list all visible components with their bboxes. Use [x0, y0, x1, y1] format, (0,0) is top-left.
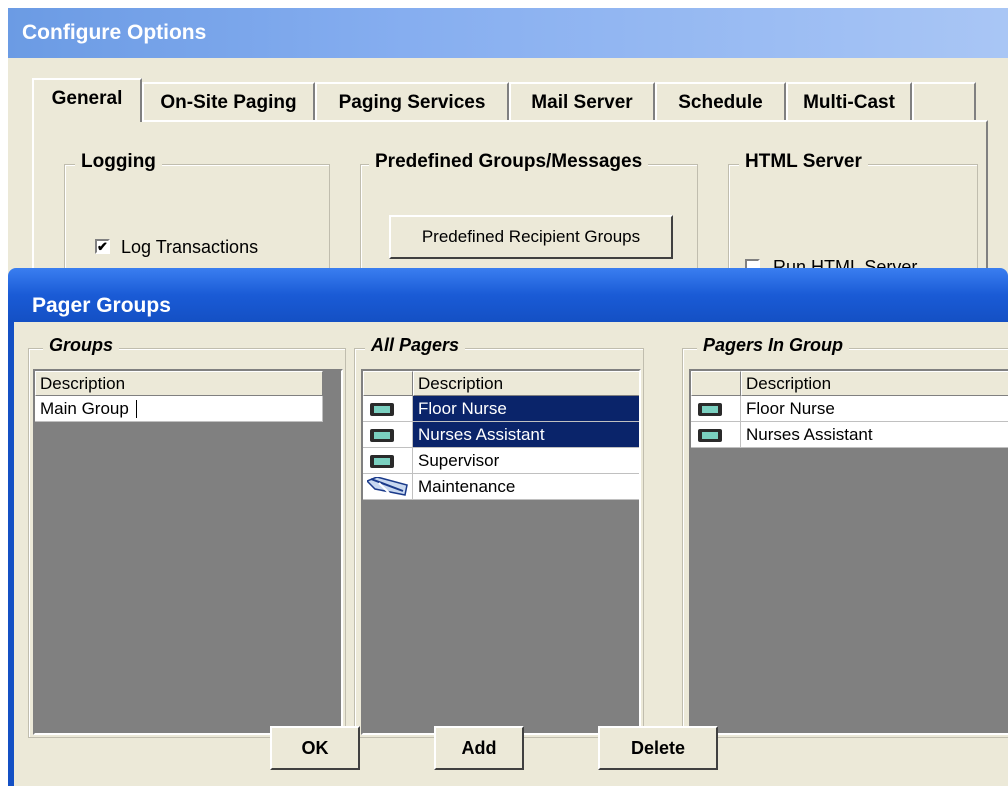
tab-blank[interactable] — [912, 82, 976, 121]
tab-schedule[interactable]: Schedule — [655, 82, 786, 121]
groups-row-main-group[interactable]: Main Group — [35, 396, 323, 422]
pagers-in-group-row-icon — [691, 422, 741, 448]
pagers-in-group-grid[interactable]: Description Floor Nurse Nurses Assistant — [689, 369, 1008, 735]
ok-button[interactable]: OK — [270, 726, 360, 770]
pager-groups-dialog: Pager Groups Groups Description Main Gro… — [8, 268, 1008, 786]
all-pagers-row-icon — [363, 396, 413, 422]
all-pagers-grid[interactable]: Description Floor Nurse Nurses Assistant… — [361, 369, 641, 735]
pager-icon — [370, 429, 394, 442]
pager-icon — [370, 403, 394, 416]
pagers-in-group-column-header[interactable]: Description — [741, 371, 1008, 396]
all-pagers-row-icon — [363, 474, 413, 500]
html-server-title: HTML Server — [739, 151, 868, 173]
pagers-in-group-row-floor-nurse[interactable]: Floor Nurse — [741, 396, 1008, 422]
all-pagers-frame: All Pagers Description Floor Nurse Nurse… — [354, 335, 644, 738]
all-pagers-column-header[interactable]: Description — [413, 371, 639, 396]
all-pagers-row-nurses-assistant[interactable]: Nurses Assistant — [413, 422, 639, 448]
predefined-groups-title: Predefined Groups/Messages — [369, 151, 649, 173]
groups-row-label: Main Group — [40, 399, 129, 418]
add-button[interactable]: Add — [434, 726, 524, 770]
pager-groups-body: Groups Description Main Group All Pagers… — [8, 322, 1008, 786]
log-transactions-checkbox[interactable]: ✔ — [95, 239, 110, 254]
groups-grid[interactable]: Description Main Group — [33, 369, 343, 735]
pagers-in-group-icon-header[interactable] — [691, 371, 741, 396]
pagers-in-group-frame: Pagers In Group Description Floor Nurse … — [682, 335, 1008, 738]
text-cursor — [136, 400, 137, 418]
pager-icon — [370, 455, 394, 468]
pagers-in-group-row-nurses-assistant[interactable]: Nurses Assistant — [741, 422, 1008, 448]
groups-title: Groups — [43, 335, 120, 356]
pagers-in-group-row-icon — [691, 396, 741, 422]
groups-column-header[interactable]: Description — [35, 371, 323, 396]
logging-group-title: Logging — [75, 151, 162, 173]
all-pagers-row-supervisor[interactable]: Supervisor — [413, 448, 639, 474]
all-pagers-row-icon — [363, 422, 413, 448]
all-pagers-row-maintenance[interactable]: Maintenance — [413, 474, 639, 500]
pager-icon — [698, 429, 722, 442]
tab-multi-cast[interactable]: Multi-Cast — [786, 82, 912, 121]
wrench-icon — [367, 477, 408, 496]
tab-strip: General On-Site Paging Paging Services M… — [32, 78, 990, 122]
all-pagers-title: All Pagers — [365, 335, 466, 356]
pagers-in-group-title: Pagers In Group — [697, 335, 850, 356]
tab-mail-server[interactable]: Mail Server — [509, 82, 655, 121]
all-pagers-icon-header[interactable] — [363, 371, 413, 396]
log-transactions-label: Log Transactions — [121, 237, 259, 257]
pager-icon — [698, 403, 722, 416]
predefined-recipient-groups-button[interactable]: Predefined Recipient Groups — [389, 215, 673, 259]
configure-options-title: Configure Options — [8, 8, 1008, 58]
pager-groups-title: Pager Groups — [8, 268, 1008, 322]
tab-paging-services[interactable]: Paging Services — [315, 82, 509, 121]
groups-frame: Groups Description Main Group — [28, 335, 346, 738]
tab-on-site-paging[interactable]: On-Site Paging — [142, 82, 315, 121]
all-pagers-row-floor-nurse[interactable]: Floor Nurse — [413, 396, 639, 422]
tab-general[interactable]: General — [32, 78, 142, 122]
all-pagers-row-icon — [363, 448, 413, 474]
delete-button[interactable]: Delete — [598, 726, 718, 770]
